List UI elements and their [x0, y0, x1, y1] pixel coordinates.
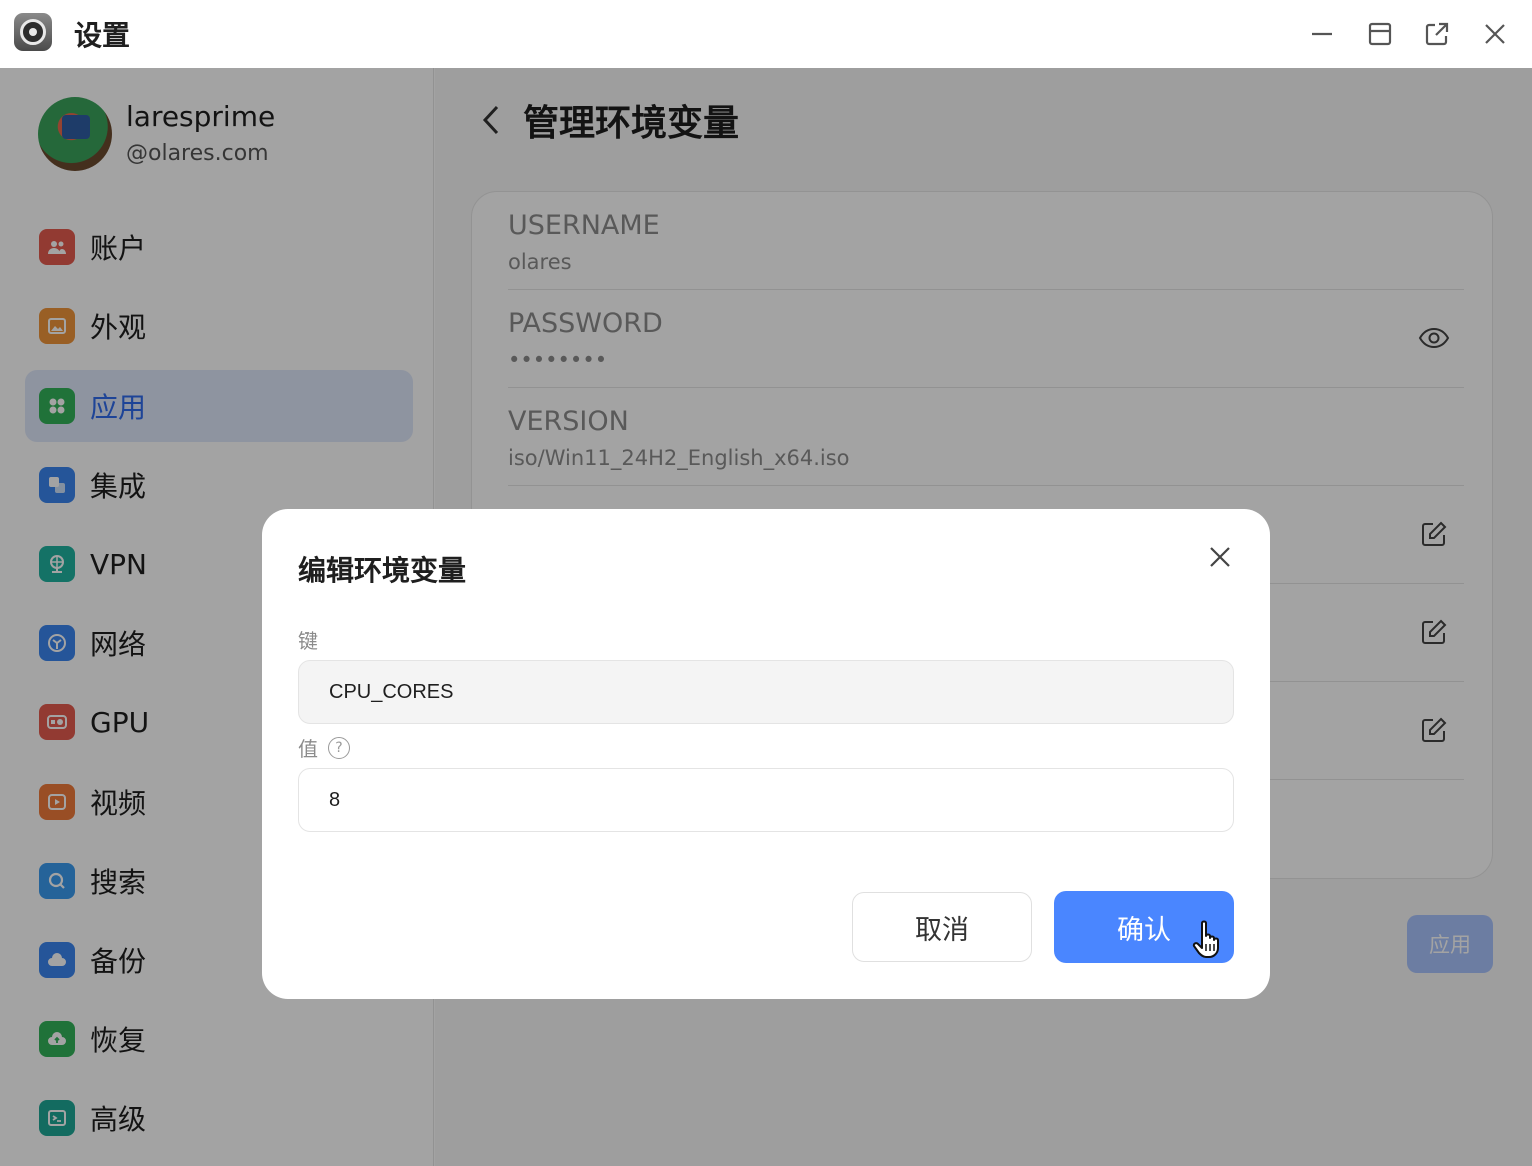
- title-bar: 设置: [0, 0, 1532, 68]
- maximize-icon: [1368, 22, 1392, 46]
- minimize-icon: [1312, 32, 1332, 36]
- close-icon: [1210, 547, 1230, 567]
- hand-cursor-icon: [1192, 920, 1219, 958]
- edit-env-var-dialog: 编辑环境变量 键 CPU_CORES 值 ? 8 取消 确认: [262, 509, 1270, 999]
- settings-app-icon: [14, 13, 52, 51]
- key-field: CPU_CORES: [298, 660, 1234, 724]
- maximize-button[interactable]: [1360, 14, 1400, 54]
- key-field-label: 键: [298, 629, 318, 653]
- value-field[interactable]: 8: [298, 768, 1234, 832]
- cancel-button[interactable]: 取消: [852, 892, 1032, 962]
- close-icon: [1485, 24, 1505, 44]
- minimize-button[interactable]: [1302, 14, 1342, 54]
- dialog-close-button[interactable]: [1200, 537, 1240, 577]
- popout-button[interactable]: [1417, 14, 1457, 54]
- value-field-label: 值 ?: [298, 733, 350, 762]
- popout-icon: [1425, 22, 1449, 46]
- dialog-title: 编辑环境变量: [298, 554, 467, 587]
- close-window-button[interactable]: [1475, 14, 1515, 54]
- window-title: 设置: [74, 19, 131, 52]
- help-icon[interactable]: ?: [328, 736, 350, 759]
